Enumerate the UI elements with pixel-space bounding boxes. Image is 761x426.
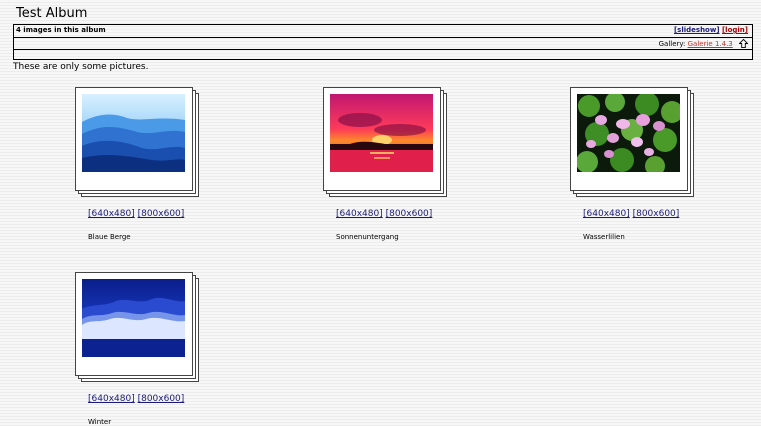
size-640x480-link[interactable]: [640x480] xyxy=(88,209,135,219)
album-links: [slideshow] [login] xyxy=(674,26,748,34)
size-800x600-link[interactable]: [800x600] xyxy=(633,209,680,219)
thumbnail-stack[interactable] xyxy=(75,87,199,199)
size-800x600-link[interactable]: [800x600] xyxy=(386,209,433,219)
size-800x600-link[interactable]: [800x600] xyxy=(138,209,185,219)
size-640x480-link[interactable]: [640x480] xyxy=(336,209,383,219)
thumbnail-stack[interactable] xyxy=(75,272,199,384)
mountains-thumbnail-icon[interactable] xyxy=(82,94,185,172)
gallery-breadcrumb: Gallery: Galerie 1.4.3 xyxy=(659,39,748,48)
photo-caption: Wasserlilien xyxy=(583,233,625,241)
album-description: These are only some pictures. xyxy=(13,62,149,72)
breadcrumb: Gallery: Galerie 1.4.3 xyxy=(14,37,752,50)
photo-caption: Winter xyxy=(88,418,112,426)
size-links: [640x480] [800x600] xyxy=(336,209,432,219)
size-links: [640x480] [800x600] xyxy=(583,209,679,219)
size-links: [640x480] [800x600] xyxy=(88,209,184,219)
slideshow-link[interactable]: [slideshow] xyxy=(674,26,720,34)
size-640x480-link[interactable]: [640x480] xyxy=(88,394,135,404)
login-link[interactable]: [login] xyxy=(722,26,748,34)
thumbnail-stack[interactable] xyxy=(323,87,447,199)
gallery-label: Gallery: xyxy=(658,40,686,48)
size-800x600-link[interactable]: [800x600] xyxy=(138,394,185,404)
album-info-box: 4 images in this album [slideshow] [logi… xyxy=(13,24,753,60)
photo-caption: Blaue Berge xyxy=(88,233,131,241)
size-640x480-link[interactable]: [640x480] xyxy=(583,209,630,219)
thumbnail-stack[interactable] xyxy=(570,87,694,199)
album-title: Test Album xyxy=(16,6,88,21)
size-links: [640x480] [800x600] xyxy=(88,394,184,404)
water-lilies-thumbnail-icon[interactable] xyxy=(577,94,680,172)
image-count: 4 images in this album xyxy=(16,26,106,34)
winter-trees-thumbnail-icon[interactable] xyxy=(82,279,185,357)
navigate-up-icon[interactable] xyxy=(739,39,748,48)
sunset-thumbnail-icon[interactable] xyxy=(330,94,433,172)
photo-caption: Sonnenuntergang xyxy=(336,233,399,241)
gallery-link[interactable]: Galerie 1.4.3 xyxy=(688,40,733,48)
